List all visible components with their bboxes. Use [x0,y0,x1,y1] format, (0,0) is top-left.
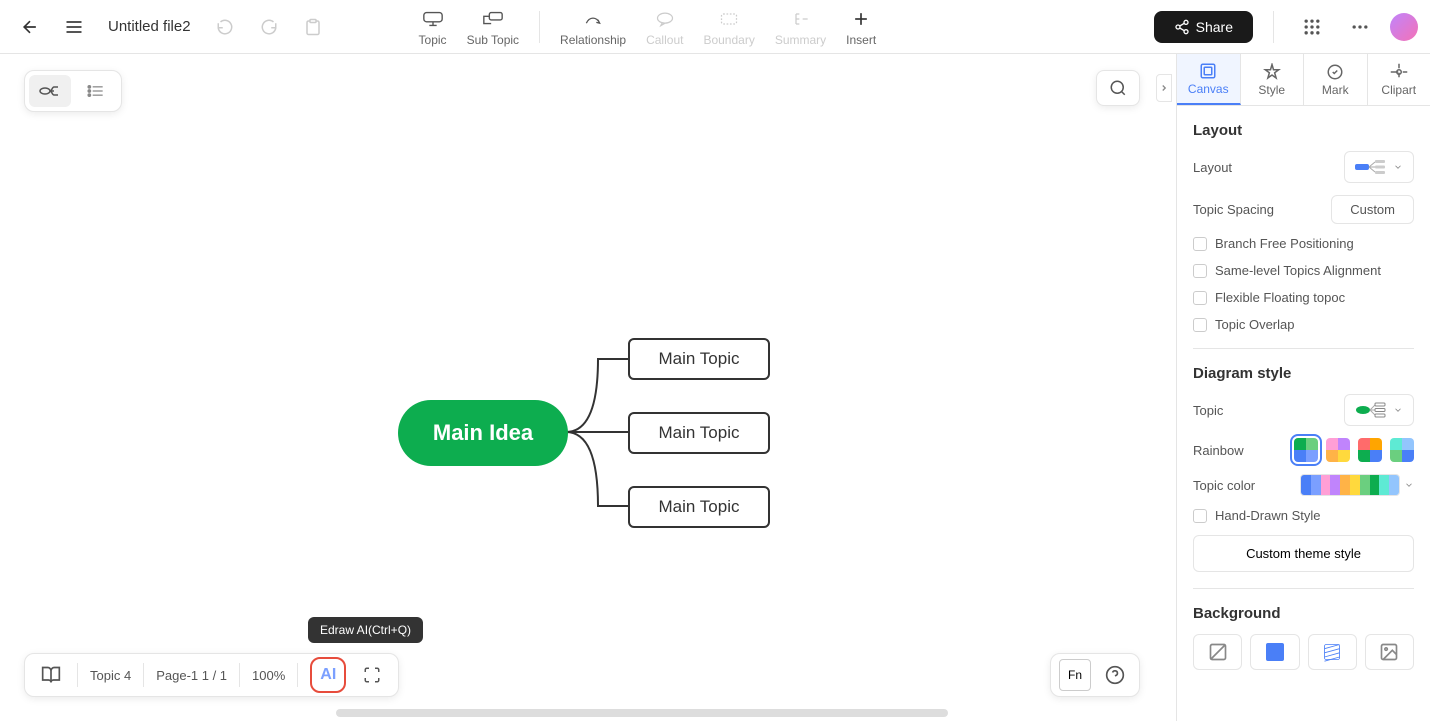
bg-pattern[interactable] [1308,634,1357,670]
tab-mark[interactable]: Mark [1304,54,1368,105]
topic-node[interactable]: Main Topic [628,412,770,454]
callout-icon [653,7,677,31]
main-idea-node[interactable]: Main Idea [398,400,568,466]
file-name[interactable]: Untitled file2 [108,18,191,35]
layout-preview-icon [1355,158,1387,176]
menu-button[interactable] [56,9,92,45]
more-button[interactable] [1342,9,1378,45]
background-title: Background [1193,605,1414,622]
custom-theme-button[interactable]: Custom theme style [1193,535,1414,572]
rainbow-option-2[interactable] [1326,438,1350,462]
zoom-level[interactable]: 100% [252,668,285,683]
bg-none[interactable] [1193,634,1242,670]
topic-spacing-label: Topic Spacing [1193,202,1274,217]
back-button[interactable] [12,9,48,45]
apps-icon [1302,17,1322,37]
book-icon [41,665,61,685]
plus-icon [849,7,873,31]
topic-count: Topic 4 [90,668,131,683]
callout-tool[interactable]: Callout [638,3,691,51]
avatar[interactable] [1390,13,1418,41]
apps-button[interactable] [1294,9,1330,45]
topic-style-icon [1355,401,1387,419]
layout-selector[interactable] [1344,151,1414,183]
diagram-style-title: Diagram style [1193,365,1414,382]
page-info[interactable]: Page-1 1 / 1 [156,668,227,683]
topic-node[interactable]: Main Topic [628,338,770,380]
sub-topic-tool[interactable]: Sub Topic [459,3,527,51]
share-button[interactable]: Share [1154,11,1253,43]
pages-button[interactable] [37,661,65,689]
share-icon [1174,19,1190,35]
topic-color-label: Topic color [1193,478,1255,493]
hand-drawn-checkbox[interactable] [1193,509,1207,523]
bg-image[interactable] [1365,634,1414,670]
rainbow-option-1[interactable] [1294,438,1318,462]
bg-solid[interactable] [1250,634,1299,670]
rainbow-option-4[interactable] [1390,438,1414,462]
topic-node[interactable]: Main Topic [628,486,770,528]
style-icon [1263,63,1281,81]
mark-icon [1326,63,1344,81]
tab-style[interactable]: Style [1241,54,1305,105]
relationship-icon [581,7,605,31]
topic-tool[interactable]: Topic [411,3,455,51]
custom-spacing-button[interactable]: Custom [1331,195,1414,224]
canvas-icon [1199,62,1217,80]
overlap-checkbox[interactable] [1193,318,1207,332]
more-icon [1350,17,1370,37]
summary-icon [789,7,813,31]
sub-topic-icon [481,7,505,31]
insert-tool[interactable]: Insert [838,3,884,51]
topic-style-label: Topic [1193,403,1223,418]
branch-free-checkbox[interactable] [1193,237,1207,251]
topic-color-selector[interactable] [1300,474,1400,496]
clipart-icon [1390,63,1408,81]
fn-button[interactable]: Fn [1059,659,1091,691]
ai-button[interactable]: AI [310,657,346,693]
layout-label: Layout [1193,160,1232,175]
layout-section-title: Layout [1193,122,1414,139]
clipboard-button[interactable] [295,9,331,45]
rainbow-option-3[interactable] [1358,438,1382,462]
help-icon [1105,665,1125,685]
tab-canvas[interactable]: Canvas [1177,54,1241,105]
chevron-down-icon [1393,405,1403,415]
canvas[interactable]: Main Idea Main Topic Main Topic Main Top… [0,54,1176,721]
horizontal-scrollbar[interactable] [336,709,948,717]
ai-tooltip: Edraw AI(Ctrl+Q) [308,617,423,643]
undo-button[interactable] [207,9,243,45]
topic-style-selector[interactable] [1344,394,1414,426]
redo-button[interactable] [251,9,287,45]
relationship-tool[interactable]: Relationship [552,3,634,51]
rainbow-label: Rainbow [1193,443,1244,458]
chevron-down-icon [1404,480,1414,490]
fullscreen-icon [363,666,381,684]
chevron-down-icon [1393,162,1403,172]
tab-clipart[interactable]: Clipart [1368,54,1430,105]
boundary-tool[interactable]: Boundary [695,3,762,51]
fullscreen-button[interactable] [358,661,386,689]
same-level-checkbox[interactable] [1193,264,1207,278]
summary-tool[interactable]: Summary [767,3,834,51]
help-button[interactable] [1099,659,1131,691]
flexible-checkbox[interactable] [1193,291,1207,305]
boundary-icon [717,7,741,31]
topic-icon [421,7,445,31]
